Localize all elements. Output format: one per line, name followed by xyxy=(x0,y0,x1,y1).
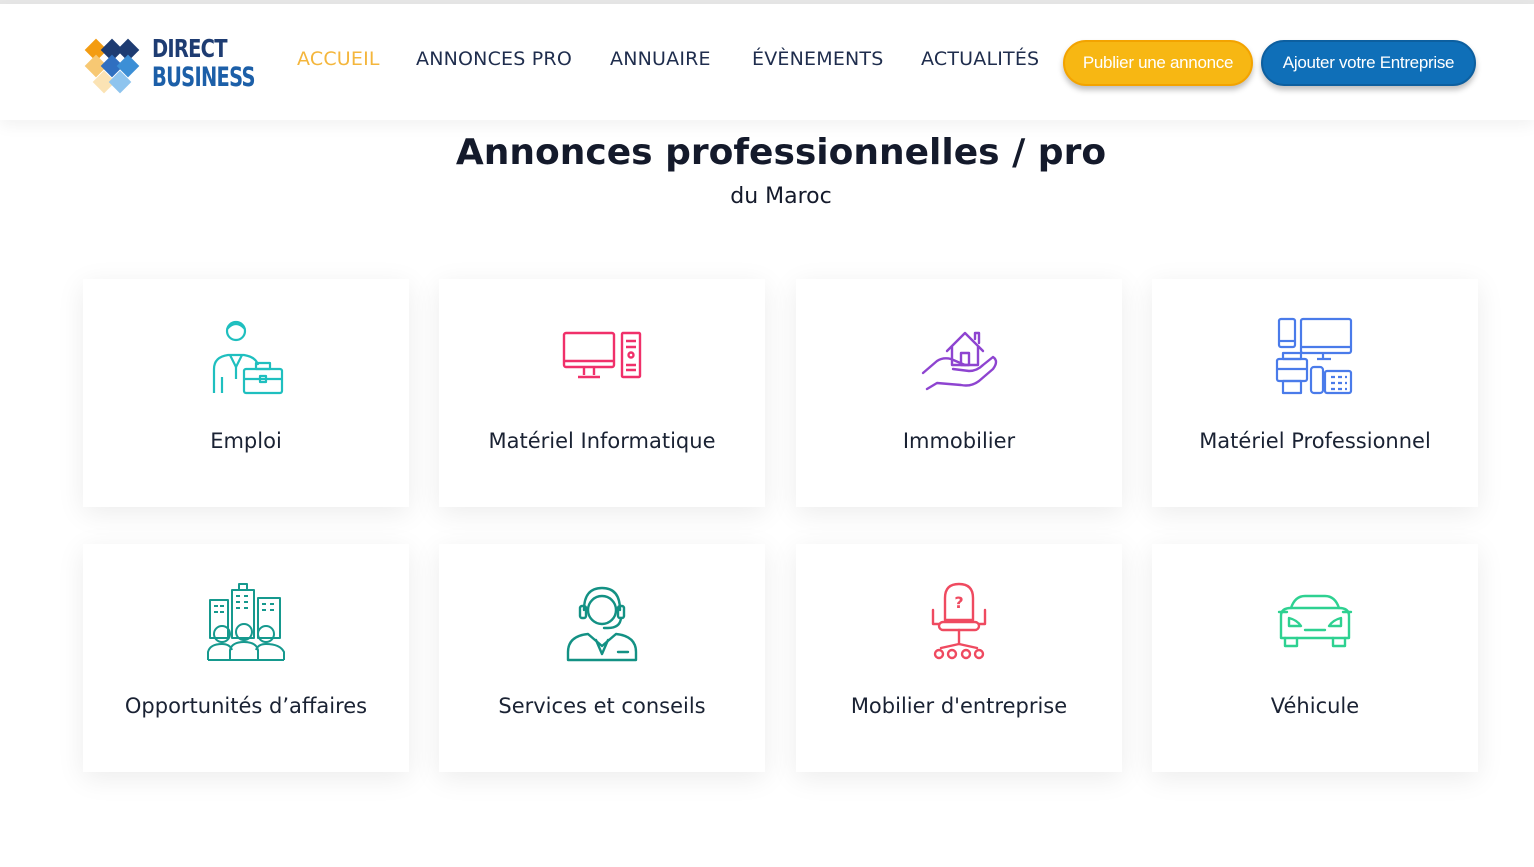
support-agent-headset-icon xyxy=(566,586,638,662)
office-devices-icon xyxy=(1275,317,1353,395)
brand-line1: DIRECT xyxy=(152,34,228,63)
category-card-immobilier[interactable]: Immobilier xyxy=(796,279,1122,507)
category-label: Opportunités d’affaires xyxy=(124,694,368,718)
business-people-buildings-icon xyxy=(207,583,285,661)
category-label: Matériel Professionnel xyxy=(1199,429,1431,453)
house-in-hand-icon xyxy=(921,331,998,391)
category-label: Services et conseils xyxy=(498,694,706,718)
brand-wordmark: DIRECT BUSINESS xyxy=(152,34,295,92)
car-icon xyxy=(1277,594,1353,648)
category-label: Emploi xyxy=(210,429,282,453)
nav-item-actualites[interactable]: ACTUALITÉS xyxy=(921,48,1039,70)
employee-briefcase-icon xyxy=(212,320,284,395)
svg-text:?: ? xyxy=(954,593,963,612)
office-chair-icon: ? xyxy=(931,582,987,660)
logo-diamonds-icon xyxy=(84,38,140,94)
category-card-services-conseils[interactable]: Services et conseils xyxy=(439,544,765,772)
category-label: Mobilier d'entreprise xyxy=(850,694,1068,718)
brand-line2: BUSINESS xyxy=(152,62,255,93)
category-card-vehicule[interactable]: Véhicule xyxy=(1152,544,1478,772)
category-label: Matériel Informatique xyxy=(488,429,716,453)
category-label: Immobilier xyxy=(902,429,1016,453)
category-card-materiel-informatique[interactable]: Matériel Informatique xyxy=(439,279,765,507)
site-header: DIRECT BUSINESS ACCUEIL ANNONCES PRO ANN… xyxy=(0,4,1534,120)
category-label: Véhicule xyxy=(1270,694,1360,718)
category-card-emploi[interactable]: Emploi xyxy=(83,279,409,507)
nav-item-annuaire[interactable]: ANNUAIRE xyxy=(610,48,711,70)
publish-ad-button[interactable]: Publier une annonce xyxy=(1063,40,1253,86)
category-card-mobilier[interactable]: ? Mobilier d'entreprise xyxy=(796,544,1122,772)
add-company-button[interactable]: Ajouter votre Entreprise xyxy=(1261,40,1476,86)
desktop-computer-icon xyxy=(562,331,642,379)
nav-item-accueil[interactable]: ACCUEIL xyxy=(297,48,380,70)
page-title: Annonces professionnelles / pro xyxy=(455,132,1107,173)
nav-item-annonces-pro[interactable]: ANNONCES PRO xyxy=(416,48,572,70)
page-subtitle: du Maroc xyxy=(730,184,832,209)
category-card-materiel-professionnel[interactable]: Matériel Professionnel xyxy=(1152,279,1478,507)
nav-item-evenements[interactable]: ÉVÈNEMENTS xyxy=(752,48,884,70)
brand-logo[interactable]: DIRECT BUSINESS xyxy=(84,30,259,98)
category-card-opportunites[interactable]: Opportunités d’affaires xyxy=(83,544,409,772)
